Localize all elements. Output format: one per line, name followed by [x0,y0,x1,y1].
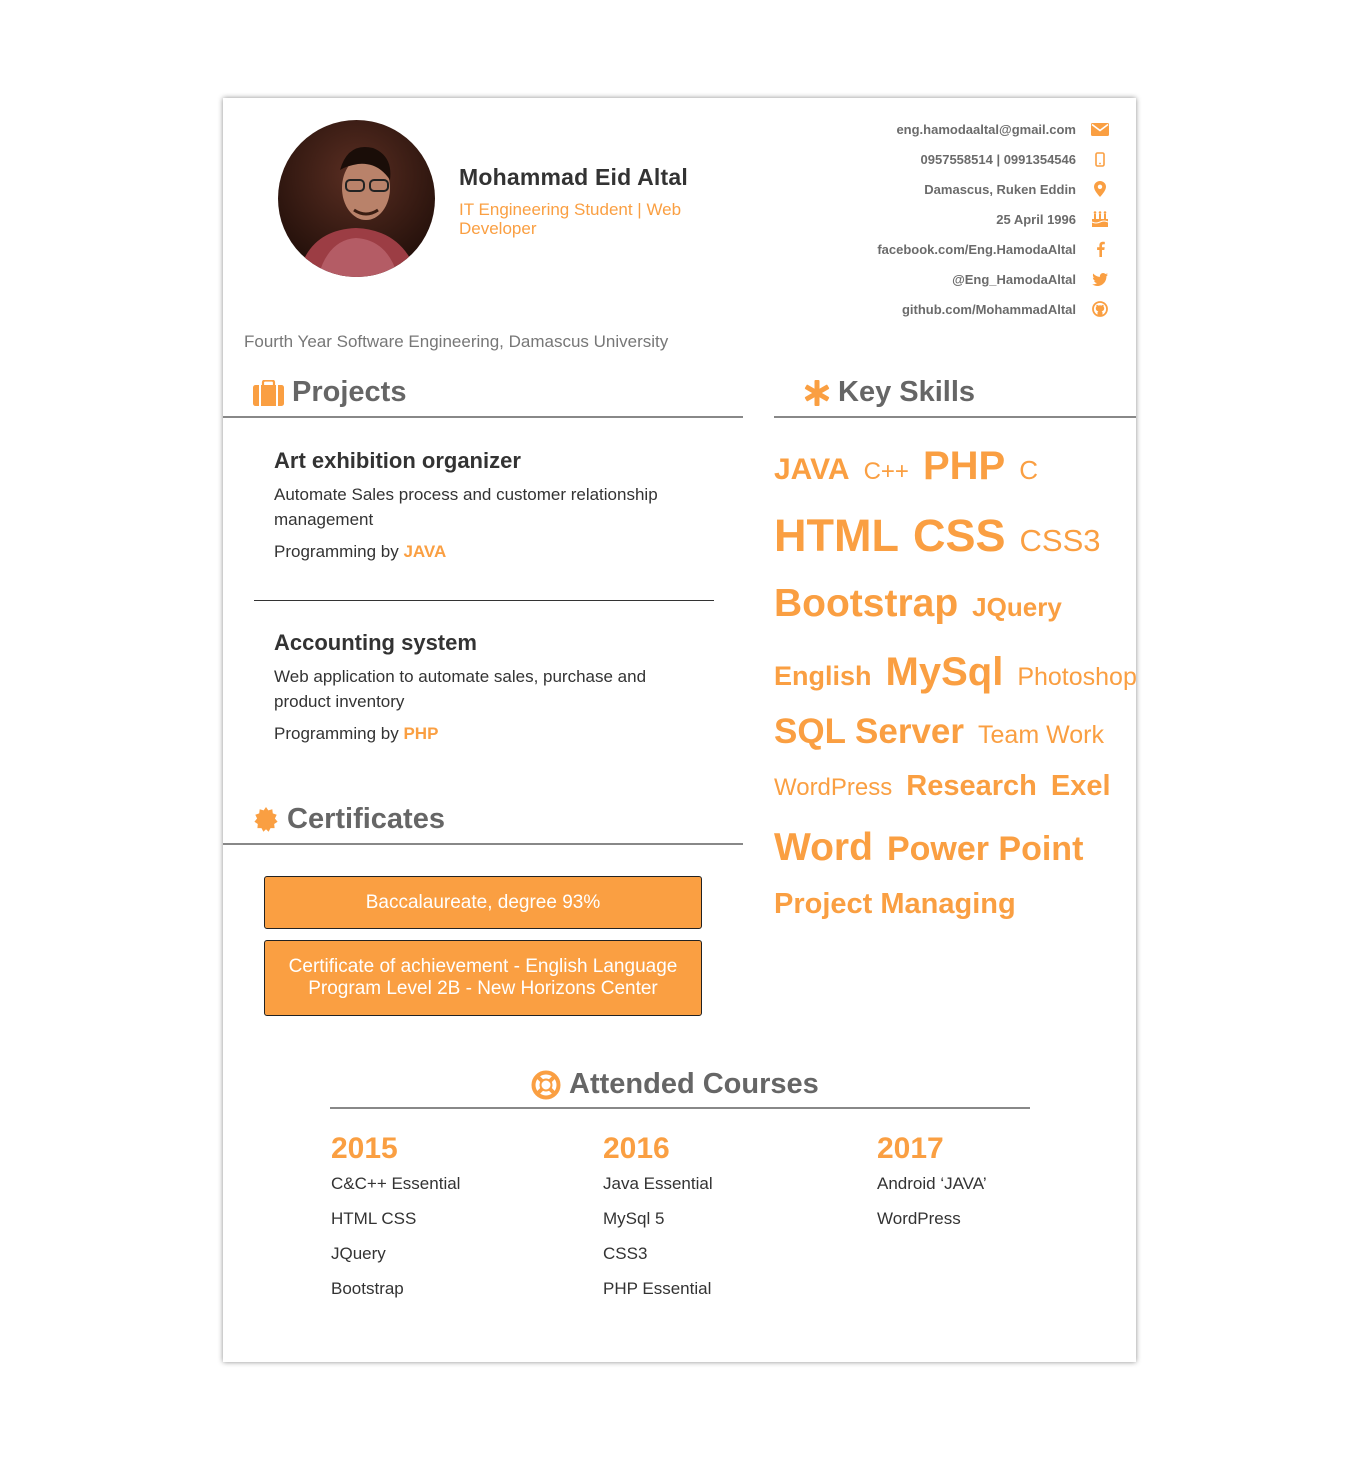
contact-twitter[interactable]: @Eng_HamodaAltal [690,264,1110,294]
skill-tag: SQL Server [774,712,965,751]
project-language-value: JAVA [403,542,447,561]
contact-email-text[interactable]: eng.hamodaaltal@gmail.com [896,122,1076,137]
avatar [278,120,435,277]
contact-birthday-text: 25 April 1996 [996,211,1076,227]
contact-facebook[interactable]: facebook.com/Eng.HamodaAltal [690,234,1110,264]
skills-heading: Key Skills [804,376,975,409]
birthday-cake-icon [1090,210,1110,228]
asterisk-icon [804,379,830,406]
project-language-value: PHP [403,724,439,743]
contact-birthday: 25 April 1996 [690,204,1110,234]
courses-title: Attended Courses [569,1068,819,1100]
certificate-item: Baccalaureate, degree 93% [264,876,702,929]
skills-cloud: JAVA C++ PHP C HTML CSS CSS3 Bootstrap J… [774,436,1137,938]
contact-twitter-text[interactable]: @Eng_HamodaAltal [952,272,1076,287]
education-line: Fourth Year Software Engineering, Damasc… [244,332,669,351]
certificates-divider [223,843,743,845]
twitter-icon [1090,270,1110,288]
skill-tag: PHP [922,444,1006,488]
contact-phone-text[interactable]: 0957558514 | 0991354546 [921,152,1076,167]
skill-tag: Project Managing [774,888,1016,920]
project-language-prefix: Programming by [274,724,399,743]
contact-location-text: Damascus, Ruken Eddin [924,181,1076,197]
course-item: PHP Essential [603,1279,712,1298]
project-description: Automate Sales process and customer rela… [274,485,658,529]
skill-tag: Bootstrap [774,582,959,625]
project-item: Accounting system Web application to aut… [274,630,704,744]
course-item: JQuery [331,1244,386,1263]
skill-tag: CSS [912,510,1006,561]
contact-github-text[interactable]: github.com/MohammadAltal [902,302,1076,317]
project-language: Programming by PHP [274,724,704,744]
courses-divider [330,1107,1030,1109]
skills-title: Key Skills [838,376,976,408]
course-year-column: 2015 C&C++ Essential HTML CSS JQuery Boo… [331,1132,460,1306]
contact-list: eng.hamodaaltal@gmail.com 0957558514 | 0… [690,114,1110,324]
course-item: CSS3 [603,1244,648,1263]
project-item: Art exhibition organizer Automate Sales … [274,448,704,562]
skill-tag: HTML [774,510,899,561]
project-language-prefix: Programming by [274,542,399,561]
resume-page: Mohammad Eid Altal IT Engineering Studen… [223,98,1137,1362]
github-icon [1090,300,1110,318]
course-item: C&C++ Essential [331,1174,461,1193]
skill-tag: Photoshop [1017,663,1137,691]
course-item: MySql 5 [603,1209,665,1228]
briefcase-icon [253,379,284,406]
profile-name: Mohammad Eid Altal [459,164,688,190]
facebook-icon [1090,240,1110,258]
courses-heading: Attended Courses [531,1068,819,1101]
course-item: Java Essential [603,1174,713,1193]
projects-heading: Projects [253,376,406,409]
project-language: Programming by JAVA [274,542,704,562]
course-year-column: 2017 Android ‘JAVA’ WordPress [877,1132,987,1236]
course-item: Android ‘JAVA’ [877,1174,987,1193]
skill-tag: WordPress [774,774,893,801]
certificates-heading: Certificates [253,803,445,836]
skill-tag: JQuery [972,592,1062,622]
profile-subtitle: IT Engineering Student | Web Developer [459,200,682,238]
contact-location: Damascus, Ruken Eddin [690,174,1110,204]
project-title: Art exhibition organizer [274,448,521,473]
course-item: HTML CSS [331,1209,417,1228]
skill-tag: CSS3 [1019,523,1101,558]
skill-tag: Research [906,770,1037,802]
skill-tag: C++ [863,458,909,485]
course-year-column: 2016 Java Essential MySql 5 CSS3 PHP Ess… [603,1132,713,1306]
skill-tag: JAVA [774,453,850,486]
skill-tag: English [774,661,872,691]
course-item: WordPress [877,1209,961,1228]
certificates-title: Certificates [287,803,445,835]
projects-title: Projects [292,376,407,408]
contact-email[interactable]: eng.hamodaaltal@gmail.com [690,114,1110,144]
contact-github[interactable]: github.com/MohammadAltal [690,294,1110,324]
course-year: 2017 [877,1132,944,1165]
skill-tag: Team Work [978,721,1104,749]
course-year: 2015 [331,1132,398,1165]
project-title: Accounting system [274,630,477,655]
contact-facebook-text[interactable]: facebook.com/Eng.HamodaAltal [877,242,1076,257]
envelope-icon [1090,120,1110,138]
skill-tag: Word [774,826,873,869]
contact-phone[interactable]: 0957558514 | 0991354546 [690,144,1110,174]
skill-tag: MySql [885,650,1004,694]
certificate-item: Certificate of achievement - English Lan… [264,940,702,1016]
project-separator [254,600,714,601]
project-description: Web application to automate sales, purch… [274,667,647,711]
skills-divider [774,416,1136,418]
skill-tag: C [1019,455,1038,485]
course-item: Bootstrap [331,1279,404,1298]
course-year: 2016 [603,1132,670,1165]
skill-tag: Exel [1050,770,1111,802]
life-ring-icon [531,1070,561,1099]
skill-tag: Power Point [886,830,1084,868]
projects-divider [223,416,743,418]
mobile-icon [1090,150,1110,168]
map-marker-icon [1090,180,1110,198]
certificate-seal-icon [254,806,278,832]
